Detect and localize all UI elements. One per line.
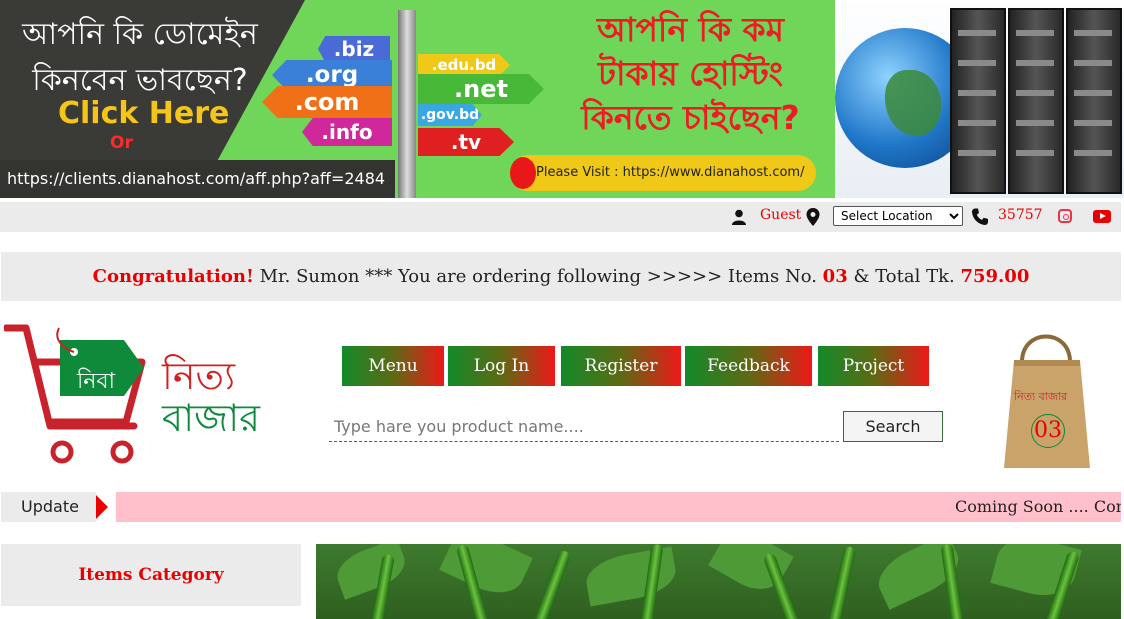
phone-icon: [972, 208, 988, 225]
logo-tag-text: নিবা: [76, 368, 116, 394]
server-rack-icon: [1066, 8, 1122, 194]
phone-number[interactable]: 35757: [998, 207, 1043, 223]
banner-visit-dot: [510, 157, 536, 189]
search-button[interactable]: Search: [843, 411, 943, 442]
server-rack-icon: [1008, 8, 1064, 194]
nav-register-button[interactable]: Register: [561, 346, 681, 386]
sign-tv: .tv: [418, 128, 514, 156]
logo-name-line1: নিত্য: [162, 354, 236, 398]
banner-domain-question: আপনি কি ডোমেইন কিনবেন ভাবছেন?: [0, 12, 280, 104]
update-label: Update: [1, 492, 96, 522]
product-search-input[interactable]: [329, 412, 839, 442]
nav-project-button[interactable]: Project: [818, 346, 929, 386]
banner-or: Or: [110, 133, 133, 153]
hosting-line3: কিনতে চাইছেন?: [581, 98, 800, 137]
user-icon[interactable]: [731, 209, 747, 225]
banner-hosting-question: আপনি কি কম টাকায় হোস্টিং কিনতে চাইছেন?: [548, 8, 833, 140]
banner-click-here[interactable]: Click Here: [58, 96, 229, 131]
sign-biz: .biz: [318, 36, 390, 62]
sign-net: .net: [418, 74, 544, 104]
bag-brand-text: নিত্য বাজার: [1013, 390, 1068, 403]
hosting-line2: টাকায় হোস্টিং: [597, 54, 784, 93]
youtube-icon[interactable]: [1093, 210, 1111, 223]
banner-affiliate-url[interactable]: https://clients.dianahost.com/aff.php?af…: [0, 160, 395, 198]
nav-menu-button[interactable]: Menu: [342, 346, 444, 386]
congrats-prefix: Congratulation!: [92, 266, 254, 287]
banner-question-line1: আপনি কি ডোমেইন: [22, 17, 258, 52]
news-ticker: Coming Soon .... Coming Soon .... Coming…: [116, 492, 1121, 522]
order-total: 759.00: [960, 266, 1030, 287]
nav-feedback-button[interactable]: Feedback: [685, 346, 812, 386]
signpost-pole: [398, 10, 416, 198]
update-arrow-icon: [96, 495, 108, 519]
items-category-header: Items Category: [1, 544, 301, 606]
server-rack-icon: [950, 8, 1006, 194]
guest-link[interactable]: Guest: [760, 207, 801, 223]
hero-image-green-chilies: [316, 544, 1121, 619]
sign-gov-bd: .gov.bd: [418, 104, 482, 126]
order-summary-banner: Congratulation! Mr. Sumon *** You are or…: [1, 252, 1121, 301]
total-label: & Total Tk.: [847, 266, 961, 287]
sign-info: .info: [302, 118, 392, 146]
sign-org: .org: [272, 60, 392, 90]
items-count: 03: [822, 266, 848, 287]
hosting-line1: আপনি কি কম: [597, 10, 784, 49]
nav-login-button[interactable]: Log In: [448, 346, 555, 386]
sign-edu-bd: .edu.bd: [418, 54, 510, 76]
location-pin-icon: [806, 208, 820, 226]
location-select[interactable]: Select Location: [833, 206, 963, 226]
shopping-bag-icon[interactable]: নিত্য বাজার: [1000, 322, 1092, 472]
banner-visit-link[interactable]: Please Visit : https://www.dianahost.com…: [510, 155, 816, 191]
cart-count-badge[interactable]: 03: [1031, 414, 1065, 448]
logo-name-line2: বাজার: [162, 396, 261, 440]
hosting-banner[interactable]: আপনি কি ডোমেইন কিনবেন ভাবছেন? Click Here…: [0, 0, 1124, 198]
ticker-text: Coming Soon .... Coming Soon .... Coming…: [955, 497, 1121, 516]
congrats-message: Mr. Sumon *** You are ordering following…: [253, 266, 823, 287]
instagram-icon[interactable]: [1058, 209, 1072, 223]
sign-com: .com: [262, 86, 392, 118]
